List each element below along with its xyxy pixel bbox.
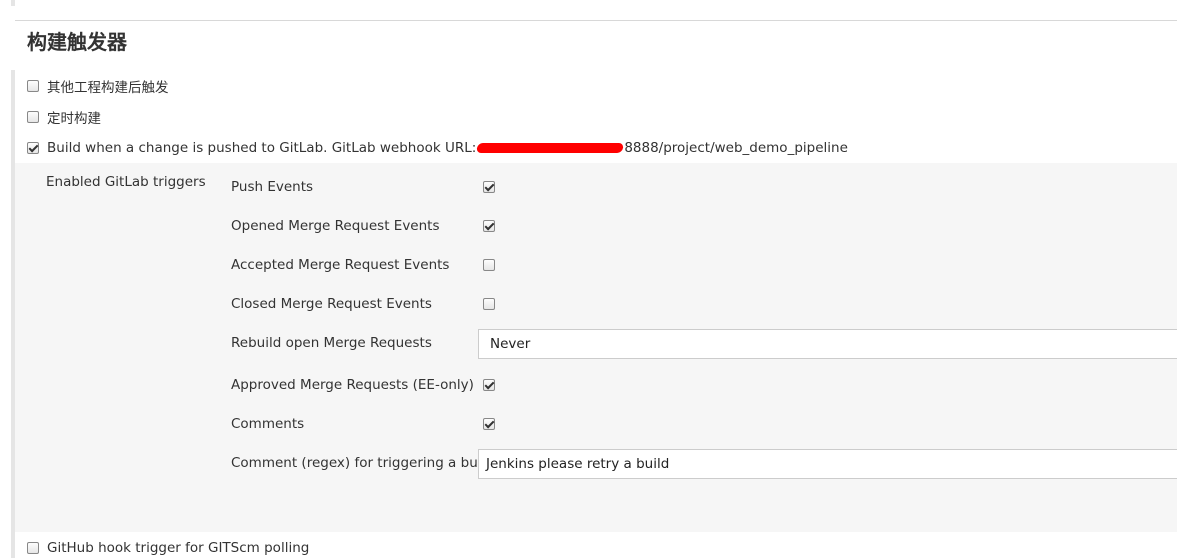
enabled-gitlab-triggers-label: Enabled GitLab triggers [46,174,206,190]
section-title: 构建触发器 [27,30,127,54]
comment-regex-label: Comment (regex) for triggering a build [231,455,494,471]
redacted-host [476,143,625,153]
trigger-github-row: GitHub hook trigger for GITScm polling [27,539,309,557]
build-triggers-page: 构建触发器 其他工程构建后触发 定时构建 Build when a change… [0,0,1177,558]
comments-label: Comments [231,416,305,432]
top-left-indent-bar [11,0,15,6]
trigger-gitlab-row: Build when a change is pushed to GitLab.… [27,139,848,157]
closed-mr-checkbox[interactable] [483,298,495,310]
accepted-mr-label: Accepted Merge Request Events [231,257,450,273]
push-events-checkbox[interactable] [483,181,495,193]
rebuild-open-mr-select[interactable]: Never [478,329,1177,359]
trigger-periodic-row: 定时构建 [27,107,101,127]
trigger-periodic-label[interactable]: 定时构建 [47,107,101,127]
rebuild-open-mr-value: Never [490,336,531,352]
trigger-gitlab-text: Build when a change is pushed to GitLab.… [47,140,477,156]
webhook-url-suffix: 8888/project/web_demo_pipeline [624,140,848,156]
accepted-mr-checkbox[interactable] [483,259,495,271]
trigger-github-checkbox[interactable] [27,542,39,554]
trigger-other-project-label[interactable]: 其他工程构建后触发 [47,76,169,96]
opened-mr-checkbox[interactable] [483,220,495,232]
trigger-other-project-checkbox[interactable] [27,80,39,92]
trigger-other-project-row: 其他工程构建后触发 [27,76,169,96]
push-events-label: Push Events [231,179,314,195]
comment-regex-input[interactable]: Jenkins please retry a build [478,449,1177,479]
approved-mr-checkbox[interactable] [483,379,495,391]
comment-regex-value: Jenkins please retry a build [486,456,670,472]
trigger-periodic-checkbox[interactable] [27,111,39,123]
opened-mr-label: Opened Merge Request Events [231,218,440,234]
rebuild-open-mr-label: Rebuild open Merge Requests [231,335,432,351]
section-divider [15,20,1177,21]
trigger-github-label[interactable]: GitHub hook trigger for GITScm polling [47,540,309,556]
trigger-gitlab-label[interactable]: Build when a change is pushed to GitLab.… [47,140,848,156]
trigger-gitlab-checkbox[interactable] [27,142,39,154]
comments-checkbox[interactable] [483,418,495,430]
approved-mr-label: Approved Merge Requests (EE-only) [231,377,474,393]
closed-mr-label: Closed Merge Request Events [231,296,432,312]
